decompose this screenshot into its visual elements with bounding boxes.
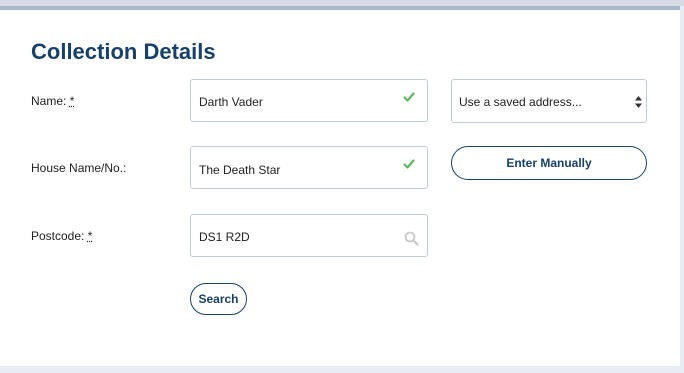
enter-manually-button[interactable]: Enter Manually	[451, 146, 647, 180]
house-field[interactable]: The Death Star	[190, 146, 428, 189]
postcode-field-value: DS1 R2D	[199, 230, 250, 244]
check-icon	[403, 92, 415, 102]
house-label: House Name/No.:	[31, 161, 126, 175]
postcode-field[interactable]: DS1 R2D	[190, 214, 428, 257]
collection-details-panel: Collection Details Name: * Darth Vader U…	[0, 10, 680, 366]
name-label: Name: *	[31, 94, 74, 108]
check-icon	[403, 159, 415, 169]
postcode-label: Postcode: *	[31, 229, 92, 243]
required-marker: *	[87, 229, 93, 243]
saved-address-select[interactable]: Use a saved address...	[451, 79, 647, 123]
required-marker: *	[69, 94, 75, 108]
search-button[interactable]: Search	[190, 283, 247, 315]
postcode-label-text: Postcode:	[31, 229, 85, 243]
name-field[interactable]: Darth Vader	[190, 79, 428, 122]
name-field-value: Darth Vader	[199, 95, 263, 109]
saved-address-selected: Use a saved address...	[459, 95, 582, 109]
house-label-text: House Name/No.:	[31, 161, 127, 175]
up-down-arrows-icon	[635, 96, 642, 108]
name-label-text: Name:	[31, 94, 67, 108]
house-field-value: The Death Star	[199, 163, 281, 177]
magnifier-icon[interactable]	[404, 231, 419, 246]
section-title: Collection Details	[31, 39, 216, 64]
